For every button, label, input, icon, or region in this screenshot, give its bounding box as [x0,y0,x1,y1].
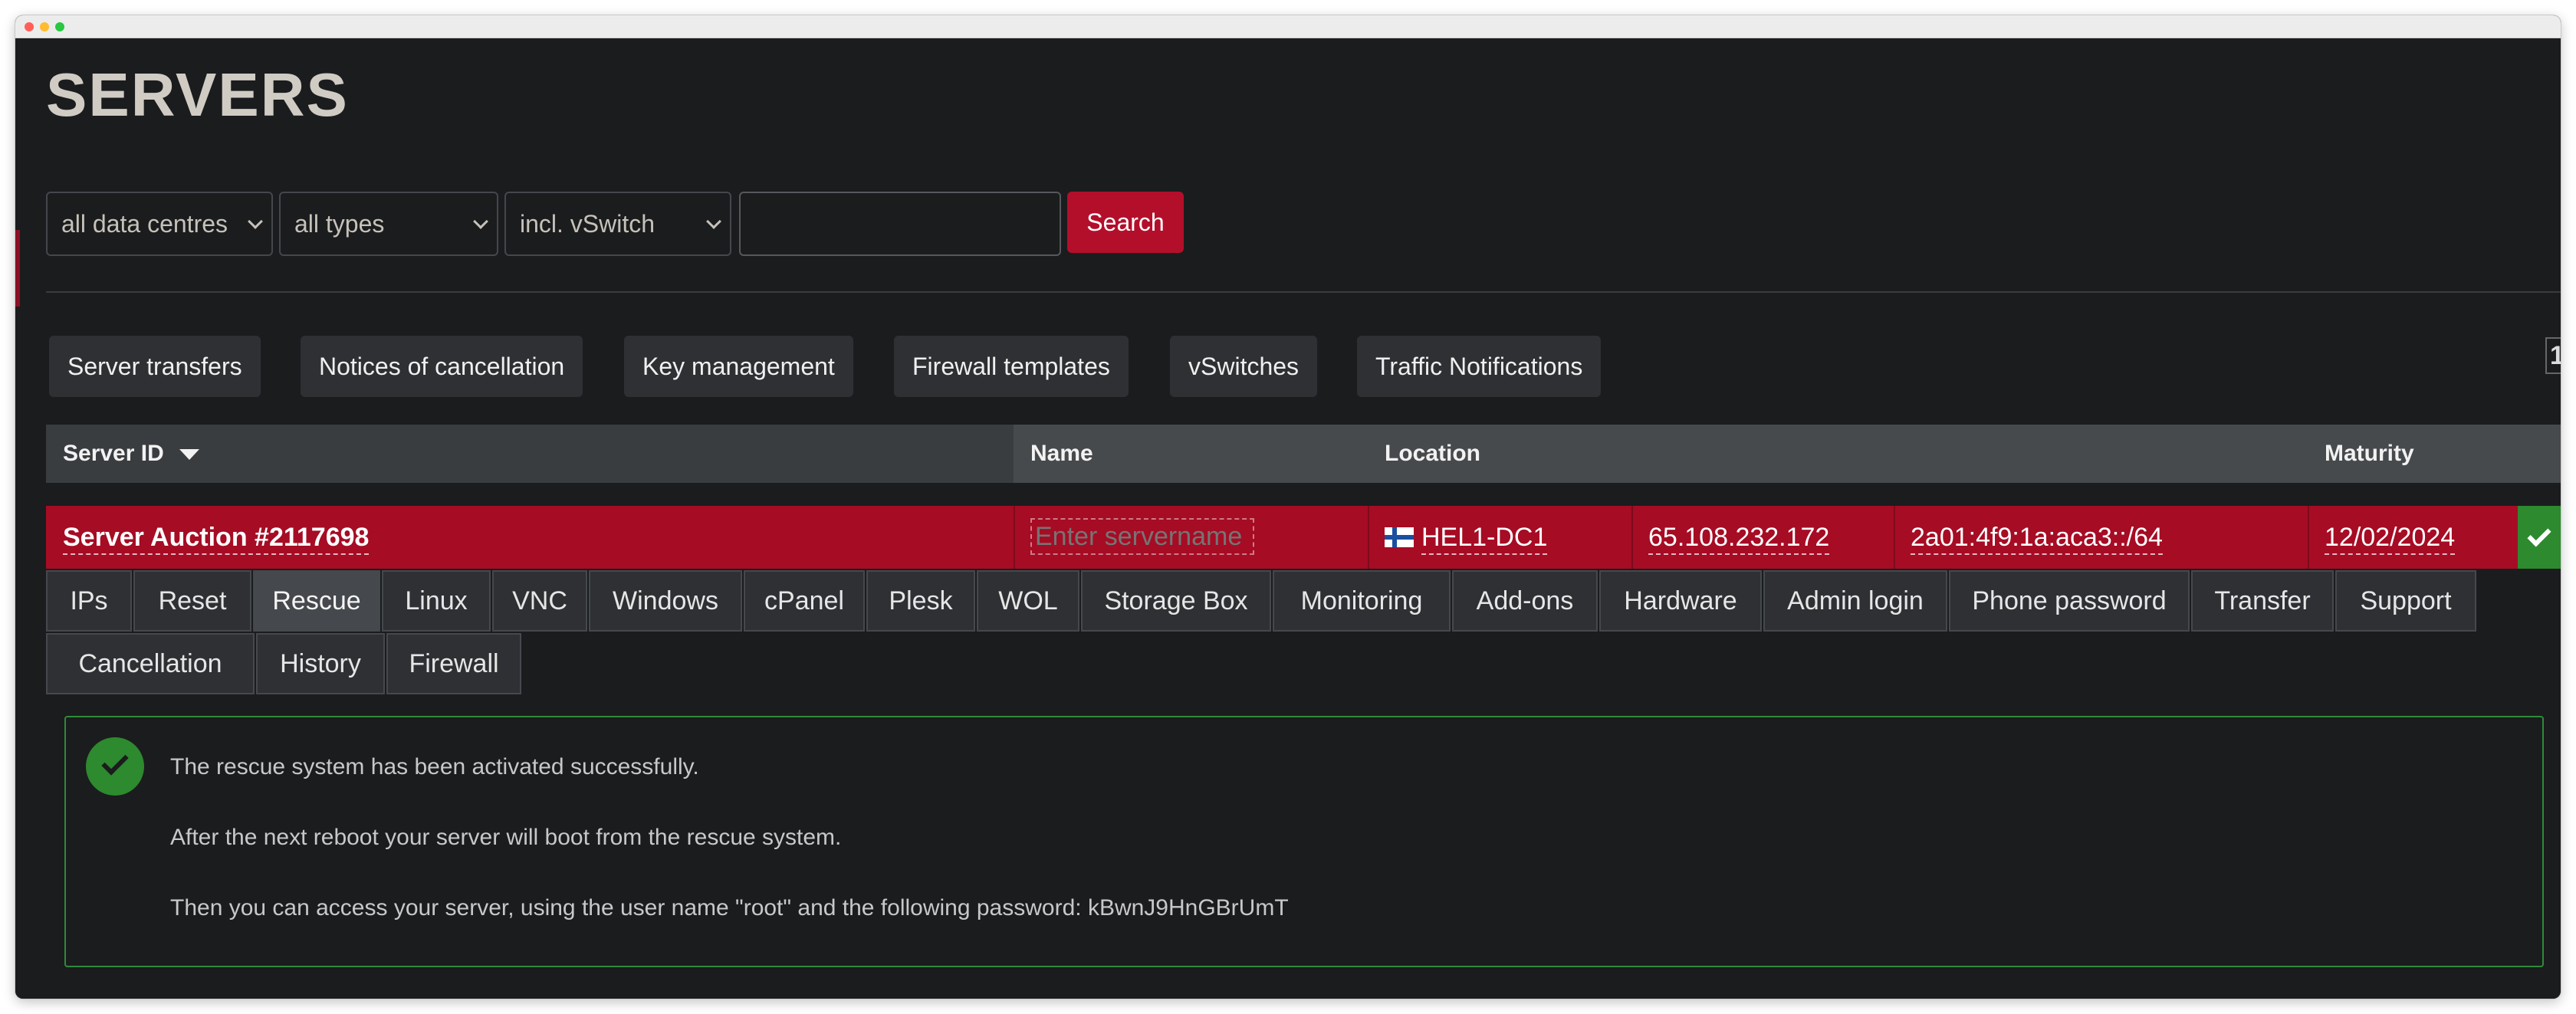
tab-history[interactable]: History [256,633,385,694]
ipv4-cell[interactable]: 65.108.232.172 [1648,506,1830,569]
traffic-notifications-button[interactable]: Traffic Notifications [1357,336,1602,397]
server-id-link[interactable]: Server Auction #2117698 [63,506,370,569]
tab-monitoring[interactable]: Monitoring [1273,570,1451,632]
ipv6-text: 2a01:4f9:1a:aca3::/64 [1911,523,2163,555]
column-header-location[interactable]: Location [1368,425,2308,483]
tab-firewall[interactable]: Firewall [386,633,521,694]
tab-rescue[interactable]: Rescue [253,570,380,632]
type-select-value: all types [294,210,385,238]
close-window-icon[interactable] [25,22,34,31]
finland-flag-icon [1385,527,1414,548]
tab-reset[interactable]: Reset [133,570,251,632]
sort-down-icon [179,449,200,461]
tab-windows[interactable]: Windows [589,570,742,632]
tab-hardware[interactable]: Hardware [1599,570,1762,632]
alert-message-1: The rescue system has been activated suc… [170,754,699,779]
tab-vnc[interactable]: VNC [492,570,587,632]
column-separator [1368,506,1369,569]
maturity-text: 12/02/2024 [2325,523,2456,555]
page-title: SERVERS [46,61,349,129]
tab-wol[interactable]: WOL [977,570,1079,632]
chevron-down-icon [706,214,721,229]
pagination-page-1[interactable]: 1 [2545,337,2561,374]
servername-input[interactable] [1030,518,1254,555]
tab-storage-box[interactable]: Storage Box [1081,570,1271,632]
chevron-down-icon [473,214,488,229]
success-check-icon [86,737,144,796]
key-management-button[interactable]: Key management [624,336,853,397]
tab-add-ons[interactable]: Add-ons [1452,570,1598,632]
tab-linux[interactable]: Linux [382,570,491,632]
ipv4-text: 65.108.232.172 [1648,523,1830,555]
type-select[interactable]: all types [279,192,498,256]
check-icon [2527,523,2551,547]
success-alert: The rescue system has been activated suc… [64,716,2544,967]
server-id-text: Server Auction #2117698 [63,523,370,555]
maximize-window-icon[interactable] [55,22,64,31]
divider [46,291,2561,293]
column-separator [1014,506,1015,569]
tab-phone-password[interactable]: Phone password [1949,570,2190,632]
data-centre-select-value: all data centres [61,210,228,238]
vswitch-select[interactable]: incl. vSwitch [504,192,731,256]
table-header: Server ID Name Location Maturity [46,425,2561,483]
tab-plesk[interactable]: Plesk [866,570,975,632]
notices-of-cancellation-button[interactable]: Notices of cancellation [301,336,583,397]
column-separator [1894,506,1895,569]
server-status-ok [2518,506,2561,569]
vswitches-button[interactable]: vSwitches [1170,336,1318,397]
alert-message-2: After the next reboot your server will b… [170,825,842,850]
search-input[interactable] [739,192,1061,256]
check-icon [101,748,129,776]
column-header-label: Server ID [63,441,164,466]
page-content: SERVERS all data centres all types incl.… [15,38,2561,999]
column-separator [1631,506,1633,569]
minimize-window-icon[interactable] [40,22,49,31]
column-header-server-id[interactable]: Server ID [46,425,1014,483]
vswitch-select-value: incl. vSwitch [520,210,656,238]
tab-ips[interactable]: IPs [46,570,132,632]
firewall-templates-button[interactable]: Firewall templates [894,336,1129,397]
server-transfers-button[interactable]: Server transfers [49,336,261,397]
side-accent [15,230,20,307]
tab-cancellation[interactable]: Cancellation [46,633,255,694]
maturity-cell[interactable]: 12/02/2024 [2325,506,2456,569]
alert-message-3: Then you can access your server, using t… [170,895,1289,920]
search-button[interactable]: Search [1067,192,1184,253]
tab-admin-login[interactable]: Admin login [1763,570,1947,632]
tab-support[interactable]: Support [2335,570,2476,632]
location-cell[interactable]: HEL1-DC1 [1385,506,1548,569]
column-header-maturity[interactable]: Maturity [2308,425,2561,483]
column-header-name[interactable]: Name [1014,425,1368,483]
column-separator [2308,506,2309,569]
ipv6-cell[interactable]: 2a01:4f9:1a:aca3::/64 [1911,506,2163,569]
window-titlebar [15,15,2561,38]
tab-cpanel[interactable]: cPanel [744,570,865,632]
tab-transfer[interactable]: Transfer [2191,570,2334,632]
chevron-down-icon [248,214,263,229]
table-row: Server Auction #2117698 HEL1-DC1 65.108.… [46,506,2561,569]
location-text: HEL1-DC1 [1421,523,1548,555]
data-centre-select[interactable]: all data centres [46,192,273,256]
browser-window: SERVERS all data centres all types incl.… [15,15,2561,999]
